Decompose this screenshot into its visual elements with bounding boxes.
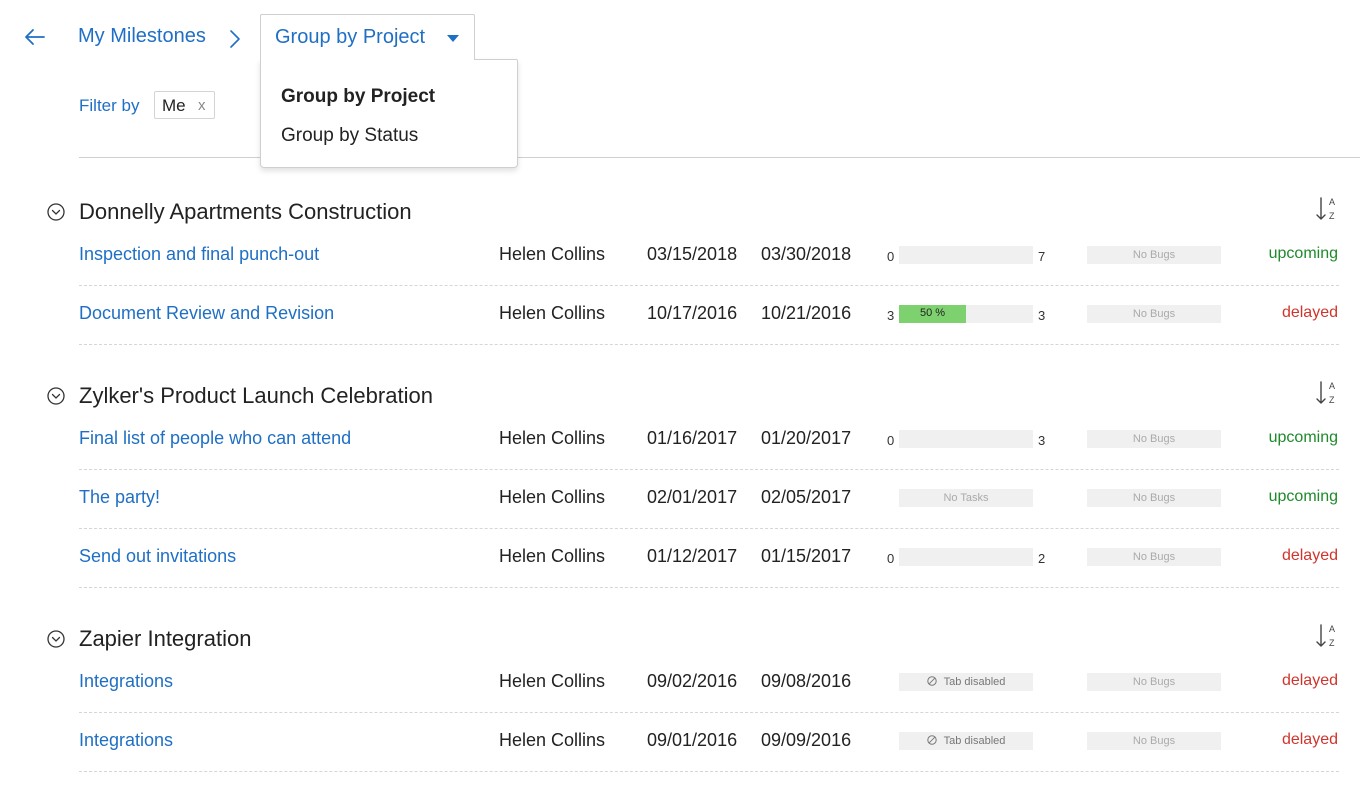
owner-name: Helen Collins <box>499 428 606 448</box>
status-label: upcoming <box>1268 488 1338 505</box>
milestone-name-link[interactable]: Send out invitations <box>79 546 236 567</box>
start-date: 10/17/2016 <box>647 303 738 323</box>
row-divider <box>79 344 1339 345</box>
start-date: 09/01/2016 <box>647 730 738 750</box>
status-label: upcoming <box>1268 429 1338 446</box>
tab-disabled-badge: Tab disabled <box>899 673 1033 691</box>
row-divider <box>79 712 1339 713</box>
owner-name: Helen Collins <box>499 487 606 507</box>
owner-name: Helen Collins <box>499 303 606 323</box>
end-date: 09/09/2016 <box>761 730 852 750</box>
svg-text:A: A <box>1329 624 1335 634</box>
row-divider <box>79 469 1339 470</box>
row-divider <box>79 587 1339 588</box>
bugs-badge: No Bugs <box>1087 305 1221 323</box>
tasks-total-count: 3 <box>1038 308 1046 323</box>
owner-name: Helen Collins <box>499 671 606 691</box>
tasks-total-count: 3 <box>1038 433 1046 448</box>
milestone-name-link[interactable]: Inspection and final punch-out <box>79 244 319 265</box>
start-date: 09/02/2016 <box>647 671 738 691</box>
bugs-badge: No Bugs <box>1087 673 1221 691</box>
tasks-progress-bar <box>899 246 1033 264</box>
status-label: delayed <box>1281 672 1338 689</box>
tasks-open-count: 0 <box>887 249 895 264</box>
group-by-menu: Group by Project Group by Status <box>260 59 518 168</box>
tasks-progress-bar <box>899 430 1033 448</box>
collapse-icon[interactable] <box>47 387 65 405</box>
tab-disabled-badge: Tab disabled <box>899 732 1033 750</box>
milestone-name-link[interactable]: Integrations <box>79 671 173 692</box>
disabled-icon <box>926 676 937 686</box>
start-date: 02/01/2017 <box>647 487 738 507</box>
tasks-progress-bar <box>899 548 1033 566</box>
tasks-total-count: 7 <box>1038 249 1046 264</box>
group-title: Donnelly Apartments Construction <box>79 199 412 224</box>
owner-name: Helen Collins <box>499 546 606 566</box>
milestone-name-link[interactable]: The party! <box>79 487 160 508</box>
end-date: 09/08/2016 <box>761 671 852 691</box>
end-date: 10/21/2016 <box>761 303 852 323</box>
start-date: 01/16/2017 <box>647 428 738 448</box>
chevron-right-icon <box>230 30 240 48</box>
remove-filter-icon[interactable]: x <box>198 97 206 114</box>
tasks-progress-label: 50 % <box>919 307 946 319</box>
filter-chip-label: Me <box>162 96 186 115</box>
row-divider <box>79 528 1339 529</box>
tab-disabled-label: Tab disabled <box>943 676 1006 688</box>
tasks-total-count: 2 <box>1038 551 1046 566</box>
end-date: 01/20/2017 <box>761 428 852 448</box>
group-title: Zapier Integration <box>79 626 252 651</box>
bugs-badge: No Bugs <box>1087 489 1221 507</box>
tasks-open-count: 0 <box>887 551 895 566</box>
breadcrumb-my-milestones[interactable]: My Milestones <box>78 25 206 48</box>
tasks-open-count: 0 <box>887 433 895 448</box>
end-date: 01/15/2017 <box>761 546 852 566</box>
group-by-label: Group by Project <box>275 26 426 48</box>
owner-name: Helen Collins <box>499 730 606 750</box>
bugs-badge: No Bugs <box>1087 430 1221 448</box>
bugs-badge: No Bugs <box>1087 732 1221 750</box>
status-label: upcoming <box>1268 245 1338 262</box>
menu-item-group-by-project[interactable]: Group by Project <box>281 86 435 108</box>
row-divider <box>79 771 1339 772</box>
svg-text:A: A <box>1329 381 1335 391</box>
status-label: delayed <box>1281 304 1338 321</box>
status-label: delayed <box>1281 731 1338 748</box>
tasks-open-count: 3 <box>887 308 895 323</box>
sort-az-icon[interactable]: AZ <box>1315 379 1339 407</box>
filter-chip: Me x <box>154 91 215 119</box>
tasks-progress-bar: 50 % <box>899 305 1033 323</box>
milestone-name-link[interactable]: Integrations <box>79 730 173 751</box>
disabled-icon <box>926 735 937 745</box>
caret-down-icon <box>447 35 459 42</box>
end-date: 03/30/2018 <box>761 244 852 264</box>
milestone-name-link[interactable]: Document Review and Revision <box>79 303 334 324</box>
milestone-name-link[interactable]: Final list of people who can attend <box>79 428 351 449</box>
menu-item-group-by-status[interactable]: Group by Status <box>281 125 418 147</box>
sort-az-icon[interactable]: AZ <box>1315 622 1339 650</box>
filter-label: Filter by <box>79 96 140 115</box>
svg-text:Z: Z <box>1329 395 1335 405</box>
sort-az-icon[interactable]: AZ <box>1315 195 1339 223</box>
tab-disabled-label: Tab disabled <box>943 735 1006 747</box>
back-arrow-icon[interactable] <box>22 24 48 50</box>
start-date: 03/15/2018 <box>647 244 738 264</box>
collapse-icon[interactable] <box>47 630 65 648</box>
bugs-badge: No Bugs <box>1087 548 1221 566</box>
no-tasks-badge: No Tasks <box>899 489 1033 507</box>
svg-text:A: A <box>1329 197 1335 207</box>
svg-text:Z: Z <box>1329 211 1335 221</box>
owner-name: Helen Collins <box>499 244 606 264</box>
bugs-badge: No Bugs <box>1087 246 1221 264</box>
row-divider <box>79 285 1339 286</box>
group-by-dropdown-button[interactable]: Group by Project <box>260 14 475 60</box>
svg-text:Z: Z <box>1329 638 1335 648</box>
collapse-icon[interactable] <box>47 203 65 221</box>
status-label: delayed <box>1281 547 1338 564</box>
group-title: Zylker's Product Launch Celebration <box>79 383 433 408</box>
end-date: 02/05/2017 <box>761 487 852 507</box>
start-date: 01/12/2017 <box>647 546 738 566</box>
